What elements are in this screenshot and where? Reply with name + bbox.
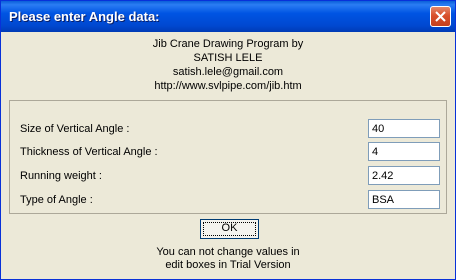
dialog-window: Please enter Angle data: Jib Crane Drawi… (0, 0, 456, 280)
field-row-weight: Running weight : (10, 166, 446, 186)
thickness-input[interactable] (368, 142, 440, 161)
size-label: Size of Vertical Angle : (20, 123, 130, 135)
weight-input[interactable] (368, 166, 440, 185)
thickness-label: Thickness of Vertical Angle : (20, 146, 158, 158)
program-url: http://www.svlpipe.com/jib.htm (154, 80, 302, 92)
angle-data-group: Size of Vertical Angle : Thickness of Ve… (9, 100, 447, 214)
type-label: Type of Angle : (20, 194, 93, 206)
notice-line-1: You can not change values in (156, 246, 300, 258)
program-title: Jib Crane Drawing Program by (152, 38, 304, 50)
author-email: satish.lele@gmail.com (172, 66, 284, 78)
program-info: Jib Crane Drawing Program by SATISH LELE… (1, 37, 455, 93)
close-button[interactable] (430, 6, 451, 27)
weight-label: Running weight : (20, 170, 102, 182)
field-row-size: Size of Vertical Angle : (10, 119, 446, 139)
notice-line-2: edit boxes in Trial Version (165, 259, 291, 271)
field-row-type: Type of Angle : (10, 190, 446, 210)
title-bar[interactable]: Please enter Angle data: (1, 1, 455, 32)
window-title: Please enter Angle data: (9, 9, 160, 24)
type-input[interactable] (368, 190, 440, 209)
size-input[interactable] (368, 119, 440, 138)
trial-notice: You can not change values in edit boxes … (1, 246, 455, 272)
author-name: SATISH LELE (193, 52, 263, 64)
field-row-thickness: Thickness of Vertical Angle : (10, 142, 446, 162)
close-icon (435, 11, 446, 22)
ok-button[interactable]: OK (200, 219, 259, 239)
